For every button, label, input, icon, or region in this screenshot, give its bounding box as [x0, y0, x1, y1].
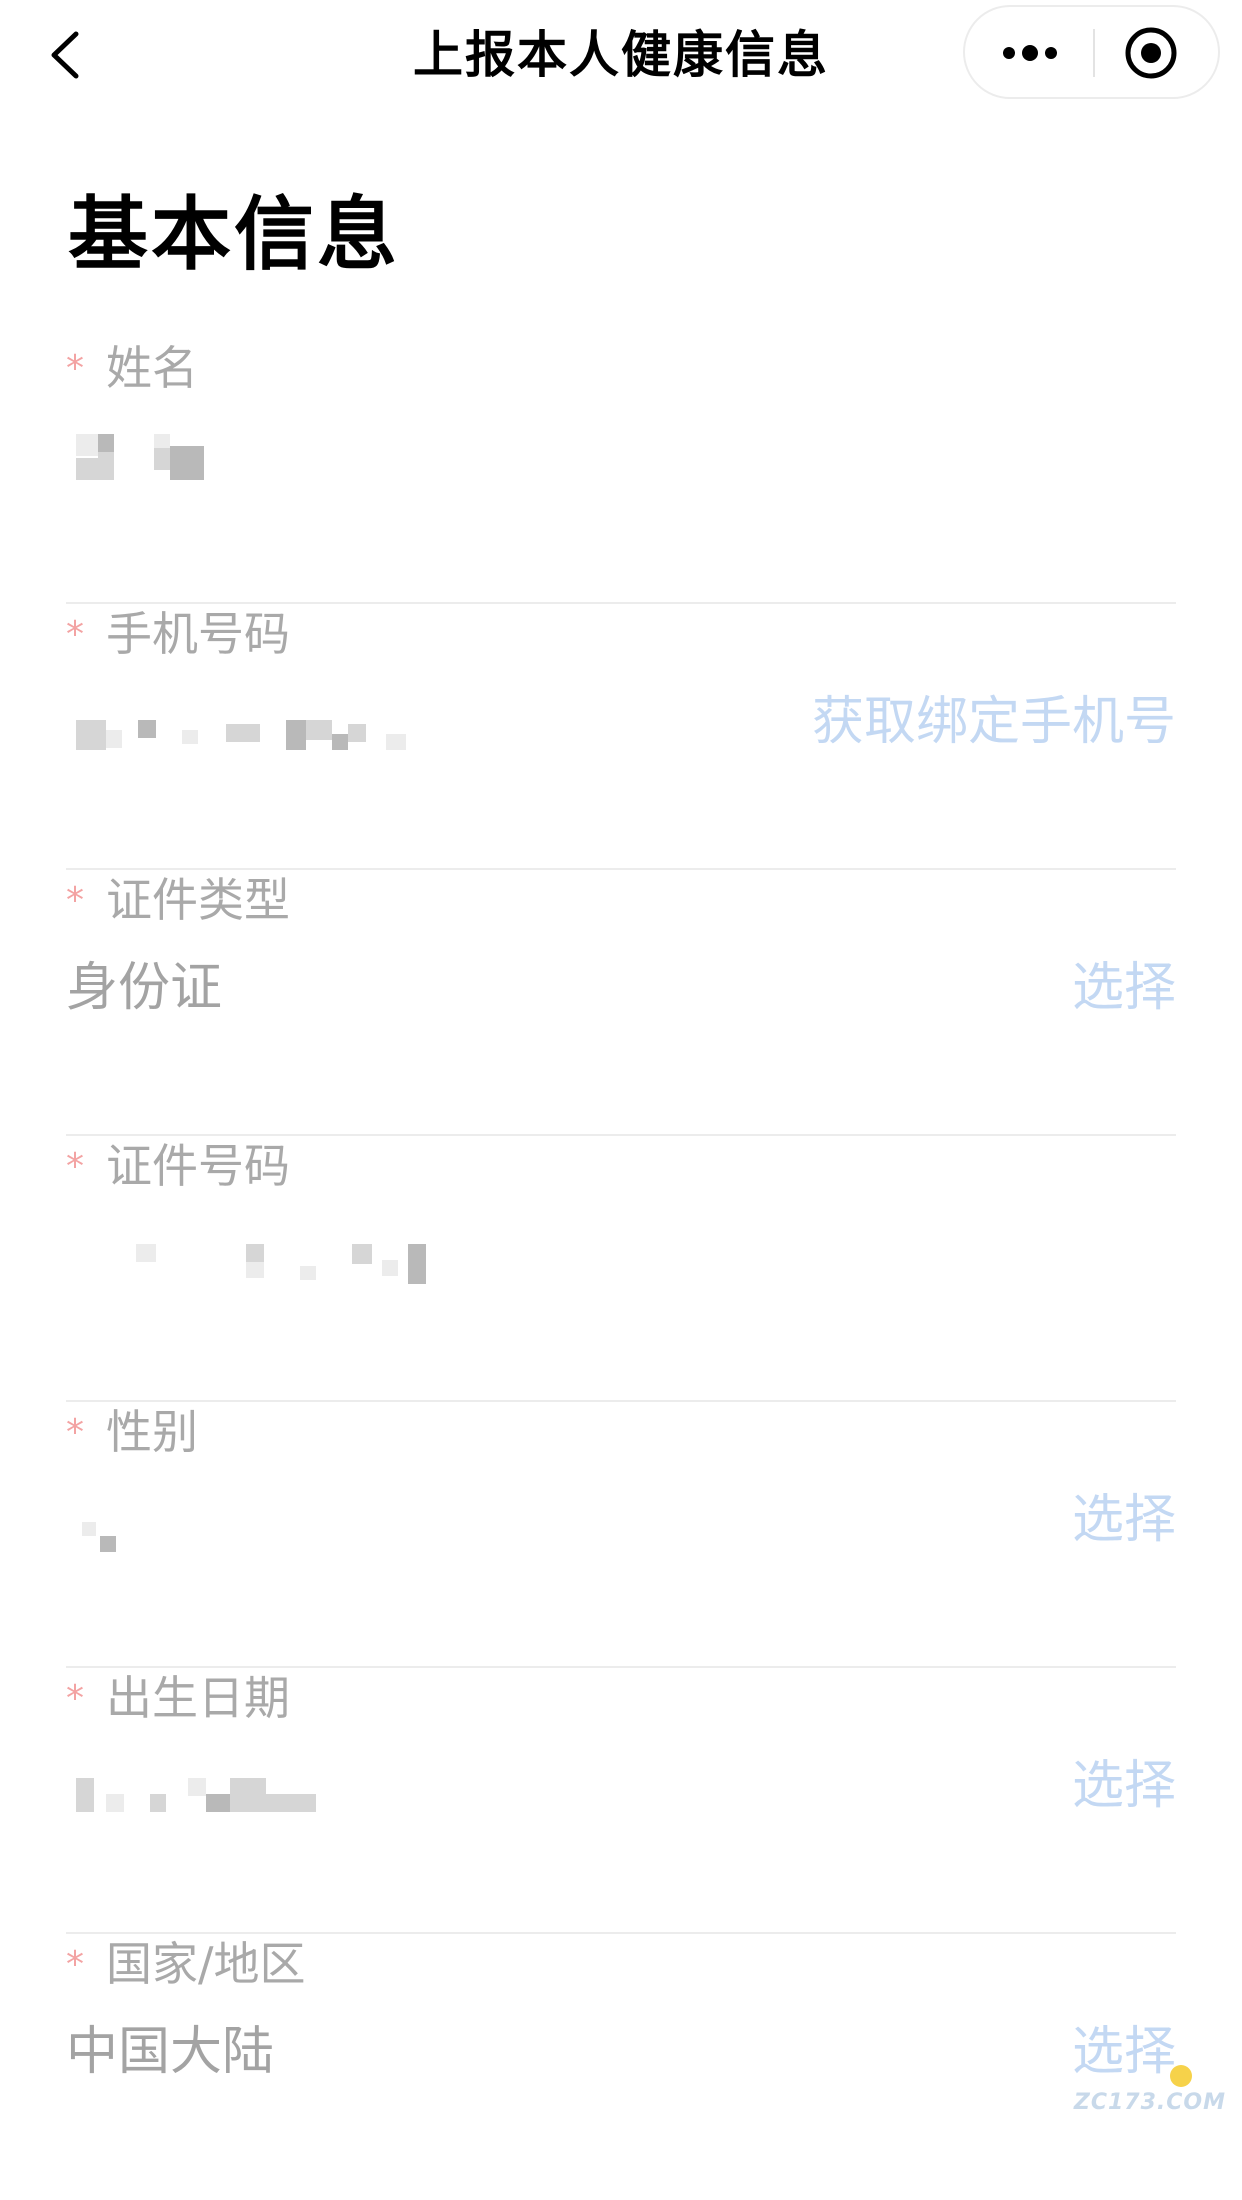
more-dots-icon — [1003, 45, 1057, 61]
field-label: * 性别 — [66, 1402, 198, 1463]
birthdate-select-button[interactable]: 选择 — [1072, 1750, 1176, 1822]
more-button[interactable] — [995, 27, 1065, 79]
id-type-select-button[interactable]: 选择 — [1072, 952, 1176, 1024]
form-row-id-number[interactable]: * 证件号码 — [66, 1136, 1176, 1402]
field-label-phone: 手机号码 — [106, 607, 290, 661]
field-label-region: 国家/地区 — [106, 1937, 306, 1991]
get-bound-phone-button[interactable]: 获取绑定手机号 — [812, 686, 1176, 758]
target-close-icon — [1125, 27, 1177, 79]
phone-value-redacted — [76, 694, 476, 754]
field-label-id-type: 证件类型 — [106, 873, 290, 927]
birthdate-value-redacted — [76, 1758, 476, 1818]
required-mark: * — [66, 880, 84, 921]
required-mark: * — [66, 348, 84, 389]
gender-value-redacted — [76, 1492, 476, 1552]
field-label-gender: 性别 — [106, 1405, 198, 1459]
required-mark: * — [66, 1146, 84, 1187]
gender-select-button[interactable]: 选择 — [1072, 1484, 1176, 1556]
close-miniprogram-button[interactable] — [1122, 24, 1180, 82]
watermark-logo-icon — [1170, 2065, 1192, 2087]
top-navigation-bar: 上报本人健康信息 — [0, 0, 1242, 110]
form-row-region[interactable]: * 国家/地区 中国大陆 选择 — [66, 1934, 1176, 2200]
region-select-button[interactable]: 选择 — [1072, 2016, 1176, 2088]
form-row-id-type[interactable]: * 证件类型 身份证 选择 — [66, 870, 1176, 1136]
field-label: * 国家/地区 — [66, 1934, 306, 1995]
field-label-id-number: 证件号码 — [106, 1139, 290, 1193]
field-label: * 证件类型 — [66, 870, 290, 931]
section-title: 基本信息 — [68, 188, 400, 281]
field-label: * 证件号码 — [66, 1136, 290, 1197]
required-mark: * — [66, 1944, 84, 1985]
required-mark: * — [66, 1412, 84, 1453]
region-value: 中国大陆 — [66, 2022, 275, 2082]
miniprogram-capsule — [963, 5, 1220, 99]
form-row-name[interactable]: * 姓名 — [66, 338, 1176, 604]
id-type-value: 身份证 — [66, 958, 223, 1018]
field-label: * 姓名 — [66, 338, 198, 399]
id-number-value-redacted — [76, 1226, 476, 1286]
name-value-redacted — [76, 428, 476, 488]
watermark: ZC173.COM — [1073, 2090, 1226, 2115]
form-row-gender[interactable]: * 性别 选择 — [66, 1402, 1176, 1668]
required-mark: * — [66, 1678, 84, 1719]
field-label-name: 姓名 — [106, 341, 198, 395]
form-row-phone[interactable]: * 手机号码 获取绑定手机号 — [66, 604, 1176, 870]
required-mark: * — [66, 614, 84, 655]
field-label: * 出生日期 — [66, 1668, 290, 1729]
field-label: * 手机号码 — [66, 604, 290, 665]
capsule-divider — [1093, 29, 1095, 77]
field-label-birthdate: 出生日期 — [106, 1671, 290, 1725]
form-row-birthdate[interactable]: * 出生日期 选择 — [66, 1668, 1176, 1934]
